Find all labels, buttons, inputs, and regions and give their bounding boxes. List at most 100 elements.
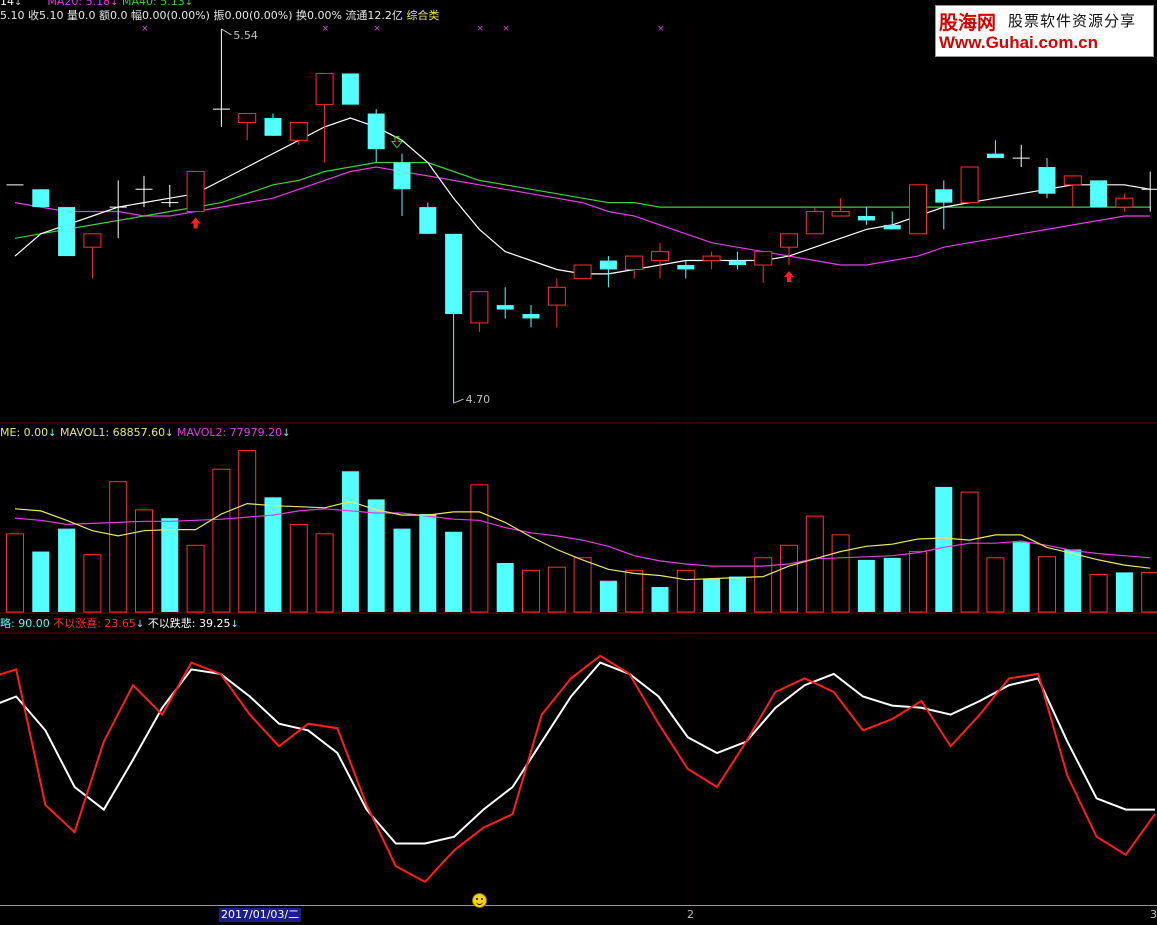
- logo-url: Www.Guhai.com.cn: [939, 33, 1098, 52]
- indicator-3-label: 不以跌悲: 39.25: [147, 617, 231, 630]
- volume-bar: [419, 514, 437, 612]
- candle-body: [419, 207, 437, 234]
- volume-bar: [1141, 571, 1157, 613]
- candle-body: [445, 233, 463, 314]
- date-tick-3: 3: [1150, 908, 1157, 921]
- volume-bar: [58, 528, 76, 612]
- signal-x-marker: ×: [502, 24, 510, 34]
- high-price-label: 5.54: [233, 29, 258, 42]
- volume-bar: [1089, 573, 1108, 613]
- indicator-white-line: [0, 661, 1155, 845]
- candle-body: [935, 189, 953, 203]
- volume-bar: [522, 569, 540, 613]
- volume-bar: [6, 533, 24, 613]
- candle-body: [1115, 197, 1134, 208]
- volume-bar: [238, 449, 257, 613]
- candle-body: [677, 265, 695, 270]
- ma40-arrow-icon: ↓: [184, 0, 194, 8]
- quote-text: 5.10 收5.10 量0.0 额0.0 幅0.00(0.00%) 振0.00(…: [0, 9, 403, 22]
- ma40-label: MA40: 5.13: [122, 0, 185, 8]
- volume-bar: [573, 557, 592, 613]
- stock-chart-stage: 5.54 4.70 × × × × × × 14↓ MA20: 5.18↓ MA40: 5.1…: [0, 0, 1157, 925]
- volume-bar: [883, 557, 901, 612]
- candle-body: [83, 233, 102, 248]
- volume-bar: [857, 559, 875, 612]
- high-pointer: [221, 28, 232, 36]
- quote-header: 5.10 收5.10 量0.0 额0.0 幅0.00(0.00%) 振0.00(…: [0, 9, 439, 22]
- candle-body: [805, 211, 824, 235]
- candle-body: [883, 224, 901, 230]
- candle-body: [264, 118, 282, 136]
- candle-body: [547, 286, 566, 306]
- vol-label: ME: 0.00: [0, 426, 49, 439]
- volume-bar: [393, 528, 411, 612]
- ma20-arrow-icon: ↓: [110, 0, 119, 8]
- volume-bar: [703, 578, 721, 612]
- volume-pane: [6, 449, 1157, 613]
- low-pointer: [453, 398, 464, 404]
- volume-bar: [186, 544, 205, 613]
- volume-bar: [367, 499, 385, 612]
- candle-body: [341, 73, 359, 105]
- ma-partial-label: 14: [0, 0, 14, 8]
- volume-bar: [935, 486, 953, 612]
- buy-arrow-icon: [784, 271, 794, 282]
- volume-bar: [960, 491, 979, 613]
- volume-bar: [341, 471, 359, 612]
- volume-bar: [496, 563, 514, 612]
- vol-arrow-icon: ↓: [48, 428, 57, 439]
- candle-body: [367, 113, 385, 150]
- volume-bar: [547, 566, 566, 613]
- volume-bar: [470, 484, 489, 613]
- candle-body: [625, 255, 644, 270]
- logo-tagline: 股票软件资源分享: [1008, 12, 1137, 30]
- volume-bar: [135, 509, 153, 613]
- volume-bar: [728, 576, 746, 612]
- low-price-label: 4.70: [466, 393, 491, 406]
- ma20-label: MA20: 5.18: [47, 0, 111, 8]
- smiley-icon[interactable]: [472, 893, 487, 908]
- mavol2-arrow-icon: ↓: [282, 428, 291, 439]
- candle-body: [393, 162, 411, 190]
- logo-brand: 股海网: [939, 12, 997, 34]
- candle-body: [986, 153, 1004, 159]
- mavol1-label: MAVOL1: 68857.60: [60, 426, 166, 439]
- candle-body: [32, 189, 50, 208]
- candle-body: [960, 166, 979, 204]
- indicator-pane: [0, 654, 1156, 884]
- signal-x-marker: ×: [373, 24, 381, 34]
- volume-bar: [625, 569, 644, 613]
- volume-bar: [599, 580, 617, 612]
- chart-canvas[interactable]: 5.54 4.70 × × × × × ×: [0, 0, 1157, 925]
- guhai-logo: 股海网 股票软件资源分享 Www.Guhai.com.cn: [935, 5, 1154, 57]
- candle-body: [186, 170, 205, 213]
- candle-body: [1038, 167, 1056, 194]
- date-cursor-label: 2017/01/03/二: [219, 908, 302, 922]
- sector-label: 综合类: [406, 9, 440, 22]
- volume-bar: [315, 533, 334, 613]
- candle-body: [651, 251, 669, 262]
- volume-header: ME: 0.00↓ MAVOL1: 68857.60↓ MAVOL2: 7797…: [0, 426, 291, 440]
- volume-bar: [445, 531, 463, 612]
- date-axis-bar[interactable]: 2017/01/03/二 2 3: [0, 905, 1157, 925]
- candle-body: [702, 255, 721, 262]
- volume-bar: [651, 586, 669, 612]
- candle-body: [1063, 175, 1082, 186]
- candle-body: [522, 314, 540, 319]
- candle-body: [58, 207, 76, 257]
- candle-body: [496, 305, 514, 310]
- indicator-2-arrow-icon: ↓: [135, 619, 145, 630]
- candle-body: [831, 211, 850, 217]
- signal-x-marker: ×: [476, 24, 484, 34]
- volume-bar: [986, 557, 1005, 613]
- volume-bar: [780, 544, 798, 613]
- indicator-2-label: 不以涨喜: 23.65: [53, 617, 136, 630]
- candle-body: [573, 264, 592, 279]
- mavol2-label: MAVOL2: 77979.20: [177, 426, 283, 439]
- ma-header: 14↓ MA20: 5.18↓ MA40: 5.13↓: [0, 0, 193, 9]
- grid-layer: [0, 20, 1157, 904]
- mavol1-arrow-icon: ↓: [165, 428, 174, 439]
- indicator-1-label: 略: 90.00: [0, 617, 50, 630]
- indicator-header: 略: 90.00 不以涨喜: 23.65↓ 不以跌悲: 39.25↓: [0, 617, 239, 631]
- volume-bar: [289, 523, 308, 613]
